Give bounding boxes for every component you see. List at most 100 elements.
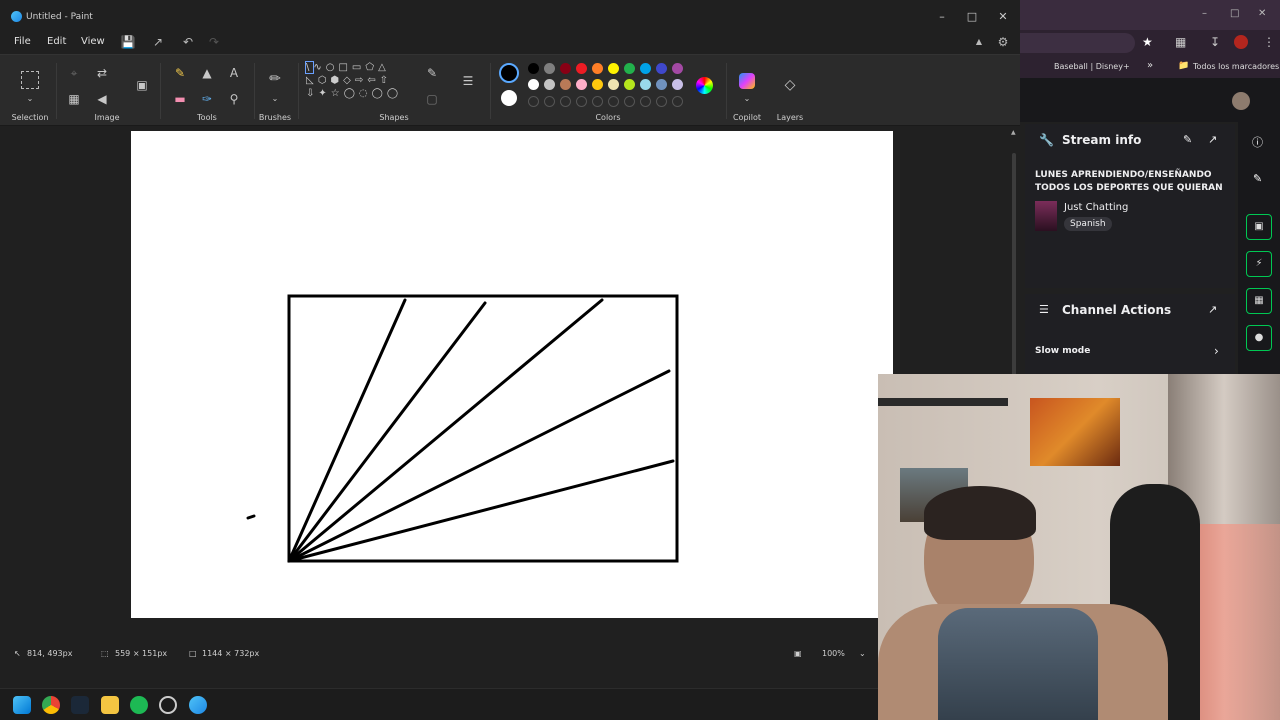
menu-file[interactable]: File: [14, 36, 31, 47]
rotate-icon[interactable]: ◀: [94, 91, 110, 107]
brush-icon[interactable]: ✏: [267, 71, 283, 87]
stream-category[interactable]: Just Chatting: [1064, 202, 1128, 213]
color-swatch[interactable]: [656, 79, 667, 90]
user-avatar[interactable]: [1232, 92, 1250, 110]
custom-color-slot[interactable]: [656, 96, 667, 107]
custom-color-slot[interactable]: [608, 96, 619, 107]
drawing-canvas[interactable]: [131, 131, 893, 618]
language-tag[interactable]: Spanish: [1064, 217, 1112, 231]
color-swatch[interactable]: [640, 79, 651, 90]
color-swatch[interactable]: [608, 63, 619, 74]
bookmarks-overflow[interactable]: »: [1147, 60, 1153, 71]
shapes-row[interactable]: ◺⬡⬢◇⇨⇦⇧: [306, 74, 412, 87]
color-swatch[interactable]: [592, 63, 603, 74]
chevron-right-icon[interactable]: ›: [1214, 344, 1219, 358]
spotify-icon[interactable]: [130, 696, 148, 714]
color-swatch[interactable]: [656, 63, 667, 74]
color-picker-icon[interactable]: ✑: [199, 91, 215, 107]
pencil-icon[interactable]: ✎: [172, 65, 188, 81]
clip-icon[interactable]: ▣: [1246, 214, 1272, 240]
image-select-icon[interactable]: ▣: [134, 77, 150, 93]
chevron-down-icon[interactable]: ⌄: [22, 91, 38, 107]
save-icon[interactable]: 💾: [120, 34, 136, 50]
maximize-icon[interactable]: □: [962, 8, 982, 26]
fill-bucket-icon[interactable]: ▲: [199, 65, 215, 81]
restore-icon[interactable]: □: [1230, 8, 1239, 19]
custom-color-slot[interactable]: [592, 96, 603, 107]
bookmark-all[interactable]: Todos los marcadores: [1193, 62, 1279, 71]
edit-pencil-icon[interactable]: ✎: [1253, 172, 1262, 185]
color-swatch[interactable]: [672, 79, 683, 90]
custom-color-slot[interactable]: [576, 96, 587, 107]
custom-color-slot[interactable]: [624, 96, 635, 107]
close-icon[interactable]: ✕: [1258, 8, 1266, 19]
slow-mode-label[interactable]: Slow mode: [1035, 346, 1090, 356]
custom-color-slot[interactable]: [640, 96, 651, 107]
selection-rect-icon[interactable]: [21, 71, 39, 89]
color-swatch[interactable]: [528, 63, 539, 74]
address-bar[interactable]: [1020, 33, 1135, 53]
custom-color-slot[interactable]: [672, 96, 683, 107]
chevron-down-icon[interactable]: ⌄: [267, 91, 283, 107]
edit-colors-icon[interactable]: [696, 77, 713, 94]
menu-edit[interactable]: Edit: [47, 36, 66, 47]
steam-icon[interactable]: [71, 696, 89, 714]
color-swatch[interactable]: [544, 63, 555, 74]
color-swatch[interactable]: [624, 63, 635, 74]
undo-icon[interactable]: ↶: [180, 34, 196, 50]
color-swatch[interactable]: [640, 63, 651, 74]
file-explorer-icon[interactable]: [101, 696, 119, 714]
share-icon[interactable]: ↗: [150, 34, 166, 50]
outline-icon[interactable]: ✎: [424, 65, 440, 81]
color-swatch[interactable]: [672, 63, 683, 74]
bookmark-disney[interactable]: Baseball | Disney+: [1054, 62, 1130, 71]
close-icon[interactable]: ✕: [993, 8, 1013, 26]
settings-gear-icon[interactable]: ⚙: [995, 34, 1011, 50]
extensions-icon[interactable]: ▦: [1175, 35, 1186, 49]
color-swatch[interactable]: [624, 79, 635, 90]
eraser-icon[interactable]: ▬: [172, 91, 188, 107]
profile-avatar-icon[interactable]: [1234, 35, 1248, 49]
windows-start-icon[interactable]: [13, 696, 31, 714]
secondary-color-swatch[interactable]: [501, 90, 517, 106]
bookmark-star-icon[interactable]: ★: [1142, 35, 1153, 49]
shapes-row[interactable]: \∿○□▭⬠△: [304, 61, 412, 74]
menu-view[interactable]: View: [81, 36, 105, 47]
text-icon[interactable]: A: [226, 65, 242, 81]
resize-icon[interactable]: ⇄: [94, 65, 110, 81]
shapes-row[interactable]: ⇩✦☆◯◌◯◯: [306, 87, 412, 100]
lightning-icon[interactable]: ⚡: [1246, 251, 1272, 277]
obs-icon[interactable]: [159, 696, 177, 714]
download-icon[interactable]: ↧: [1210, 35, 1220, 49]
minimize-icon[interactable]: –: [1202, 8, 1207, 19]
color-swatch[interactable]: [592, 79, 603, 90]
color-swatch[interactable]: [544, 79, 555, 90]
color-swatch[interactable]: [560, 63, 571, 74]
notes-icon[interactable]: ▦: [1246, 288, 1272, 314]
info-icon[interactable]: ⓘ: [1252, 134, 1263, 150]
paint-taskbar-icon[interactable]: [189, 696, 207, 714]
zoom-level[interactable]: 100%: [822, 649, 845, 658]
color-swatch[interactable]: [576, 79, 587, 90]
chevron-down-icon[interactable]: ⌄: [739, 91, 755, 107]
primary-color-swatch[interactable]: [499, 63, 519, 83]
custom-color-slot[interactable]: [544, 96, 555, 107]
edit-pencil-icon[interactable]: ✎: [1183, 133, 1192, 146]
color-swatch[interactable]: [608, 79, 619, 90]
stroke-size-icon[interactable]: ☰: [460, 73, 476, 89]
color-swatch[interactable]: [528, 79, 539, 90]
custom-color-slot[interactable]: [560, 96, 571, 107]
chat-icon[interactable]: ●: [1246, 325, 1272, 351]
magnifier-icon[interactable]: ⚲: [226, 91, 242, 107]
account-icon[interactable]: ▲: [971, 34, 987, 50]
chrome-icon[interactable]: [42, 696, 60, 714]
category-box-art[interactable]: [1035, 201, 1057, 231]
background-removal-icon[interactable]: ▦: [66, 91, 82, 107]
popout-icon[interactable]: ↗: [1208, 303, 1217, 316]
fill-icon[interactable]: ▢: [424, 91, 440, 107]
custom-color-slot[interactable]: [528, 96, 539, 107]
fit-to-window-icon[interactable]: ▣: [794, 649, 802, 658]
zoom-chevron-icon[interactable]: ⌄: [859, 649, 866, 658]
minimize-icon[interactable]: –: [932, 8, 952, 26]
copilot-icon[interactable]: [739, 73, 755, 89]
